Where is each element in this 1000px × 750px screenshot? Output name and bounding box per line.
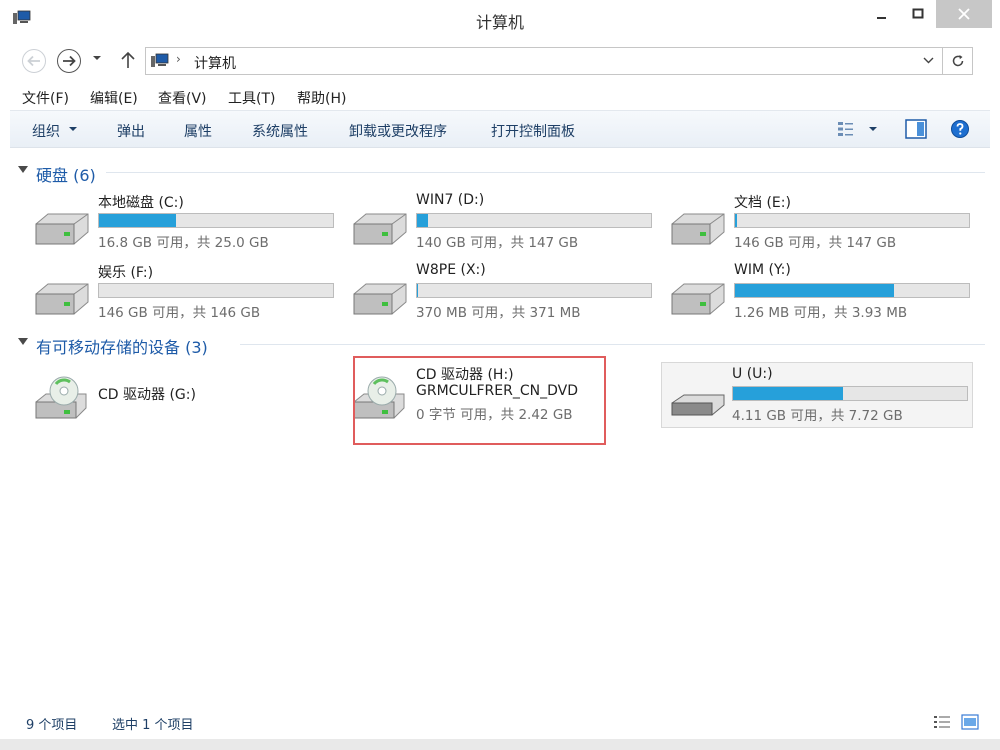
hard-drive-icon bbox=[671, 283, 725, 315]
address-history-dropdown[interactable] bbox=[923, 54, 934, 67]
open-control-panel-button[interactable]: 打开控制面板 bbox=[491, 121, 575, 141]
drive-y[interactable]: WIM (Y:) 1.26 MB 可用，共 3.93 MB bbox=[656, 260, 970, 322]
group-title-hard-disks: 硬盘 (6) bbox=[36, 166, 96, 185]
properties-button[interactable]: 属性 bbox=[184, 121, 212, 141]
system-properties-button[interactable]: 系统属性 bbox=[252, 121, 308, 141]
drive-e[interactable]: 文档 (E:) 146 GB 可用，共 147 GB bbox=[656, 190, 970, 252]
chevron-down-icon bbox=[923, 57, 934, 64]
minimize-icon bbox=[877, 17, 886, 19]
drive-usage-bar bbox=[734, 213, 970, 228]
details-view-icon[interactable] bbox=[933, 714, 951, 730]
organize-dropdown[interactable] bbox=[68, 124, 78, 135]
drive-f[interactable]: 娱乐 (F:) 146 GB 可用，共 146 GB bbox=[20, 260, 334, 322]
explorer-window: 计算机 › 计算机 文件(F) 编辑(E) 查看(V) 工具(T) 帮助(H) … bbox=[0, 0, 1000, 750]
drive-u[interactable]: U (U:) 4.11 GB 可用，共 7.72 GB bbox=[661, 362, 973, 428]
close-icon bbox=[958, 8, 970, 20]
change-view-icon[interactable] bbox=[836, 119, 856, 139]
up-button[interactable] bbox=[118, 50, 138, 70]
drive-x[interactable]: W8PE (X:) 370 MB 可用，共 371 MB bbox=[338, 260, 652, 322]
status-selected-count: 选中 1 个项目 bbox=[112, 718, 194, 733]
drive-usage-bar bbox=[98, 213, 334, 228]
menu-tools[interactable]: 工具(T) bbox=[228, 88, 275, 108]
maximize-icon bbox=[912, 8, 924, 19]
drive-space-info: 146 GB 可用，共 147 GB bbox=[734, 235, 897, 251]
drive-g[interactable]: CD 驱动器 (G:) bbox=[20, 362, 330, 424]
window-bottom-border bbox=[0, 739, 1000, 750]
maximize-button[interactable] bbox=[900, 0, 936, 28]
back-button[interactable] bbox=[22, 49, 46, 73]
collapse-triangle-icon[interactable] bbox=[18, 166, 28, 173]
view-options-dropdown[interactable] bbox=[868, 124, 878, 135]
drive-space-info: 140 GB 可用，共 147 GB bbox=[416, 235, 579, 251]
drive-space-info: 16.8 GB 可用，共 25.0 GB bbox=[98, 235, 269, 251]
menu-help[interactable]: 帮助(H) bbox=[297, 88, 346, 108]
preview-pane-icon[interactable] bbox=[905, 119, 927, 139]
breadcrumb-separator[interactable]: › bbox=[176, 52, 181, 66]
arrow-right-icon bbox=[63, 55, 76, 67]
hard-drive-icon bbox=[353, 283, 407, 315]
group-hard-disks[interactable]: 硬盘 (6) bbox=[10, 160, 985, 185]
address-bar[interactable]: › 计算机 bbox=[145, 47, 943, 75]
drive-usage-bar bbox=[734, 283, 970, 298]
drive-space-info: 4.11 GB 可用，共 7.72 GB bbox=[732, 408, 903, 424]
hard-drive-icon bbox=[35, 213, 89, 245]
organize-button[interactable]: 组织 bbox=[32, 121, 60, 141]
usb-drive-icon bbox=[671, 394, 725, 416]
refresh-button[interactable] bbox=[943, 47, 973, 75]
drive-usage-bar bbox=[416, 283, 652, 298]
recent-locations-dropdown[interactable] bbox=[92, 53, 102, 64]
drive-name: WIN7 (D:) bbox=[416, 192, 485, 208]
minimize-button[interactable] bbox=[864, 0, 900, 28]
red-highlight-box bbox=[353, 356, 606, 445]
help-icon[interactable] bbox=[950, 119, 970, 139]
large-icons-view-icon[interactable] bbox=[961, 714, 979, 730]
content-pane: 硬盘 (6) 本地磁盘 (C:) 16.8 GB 可用，共 25.0 GB WI… bbox=[10, 150, 990, 705]
drive-name: W8PE (X:) bbox=[416, 262, 486, 278]
menu-bar: 文件(F) 编辑(E) 查看(V) 工具(T) 帮助(H) bbox=[0, 84, 1000, 110]
group-divider bbox=[240, 344, 985, 345]
refresh-icon bbox=[952, 55, 963, 67]
drive-name: WIM (Y:) bbox=[734, 262, 791, 278]
group-title-removable: 有可移动存储的设备 (3) bbox=[36, 338, 208, 357]
window-title: 计算机 bbox=[475, 13, 524, 32]
drive-c[interactable]: 本地磁盘 (C:) 16.8 GB 可用，共 25.0 GB bbox=[20, 190, 334, 252]
collapse-triangle-icon[interactable] bbox=[18, 338, 28, 345]
drive-space-info: 1.26 MB 可用，共 3.93 MB bbox=[734, 305, 908, 321]
chevron-down-icon bbox=[869, 127, 877, 131]
hard-drive-icon bbox=[671, 213, 725, 245]
drive-name: 娱乐 (F:) bbox=[98, 265, 154, 281]
arrow-left-icon bbox=[27, 55, 40, 67]
chevron-down-icon bbox=[93, 56, 101, 60]
menu-edit[interactable]: 编辑(E) bbox=[90, 88, 138, 108]
navigation-bar: › 计算机 bbox=[0, 38, 1000, 82]
computer-icon bbox=[151, 53, 169, 67]
status-bar: 9 个项目 选中 1 个项目 bbox=[0, 705, 1000, 739]
command-bar: 组织 弹出 属性 系统属性 卸载或更改程序 打开控制面板 bbox=[10, 110, 990, 148]
close-button[interactable] bbox=[936, 0, 992, 28]
drive-name: 本地磁盘 (C:) bbox=[98, 195, 184, 211]
uninstall-program-button[interactable]: 卸载或更改程序 bbox=[349, 121, 447, 141]
eject-button[interactable]: 弹出 bbox=[117, 121, 145, 141]
drive-usage-bar bbox=[98, 283, 334, 298]
drive-name: CD 驱动器 (G:) bbox=[98, 387, 196, 403]
group-divider bbox=[106, 172, 985, 173]
chevron-down-icon bbox=[69, 127, 77, 131]
drive-space-info: 370 MB 可用，共 371 MB bbox=[416, 305, 581, 321]
breadcrumb-computer[interactable]: 计算机 bbox=[194, 53, 236, 73]
drive-usage-bar bbox=[732, 386, 968, 401]
cd-drive-icon bbox=[35, 376, 87, 419]
title-bar: 计算机 bbox=[0, 0, 1000, 38]
menu-view[interactable]: 查看(V) bbox=[158, 88, 207, 108]
hard-drive-icon bbox=[353, 213, 407, 245]
hard-drive-icon bbox=[35, 283, 89, 315]
menu-file[interactable]: 文件(F) bbox=[22, 88, 69, 108]
forward-button[interactable] bbox=[57, 49, 81, 73]
drive-name: 文档 (E:) bbox=[734, 195, 791, 211]
status-item-count: 9 个项目 bbox=[26, 718, 78, 733]
drive-usage-bar bbox=[416, 213, 652, 228]
group-removable-storage[interactable]: 有可移动存储的设备 (3) bbox=[10, 332, 985, 357]
drive-space-info: 146 GB 可用，共 146 GB bbox=[98, 305, 261, 321]
drive-name: U (U:) bbox=[732, 366, 773, 382]
drive-d[interactable]: WIN7 (D:) 140 GB 可用，共 147 GB bbox=[338, 190, 652, 252]
